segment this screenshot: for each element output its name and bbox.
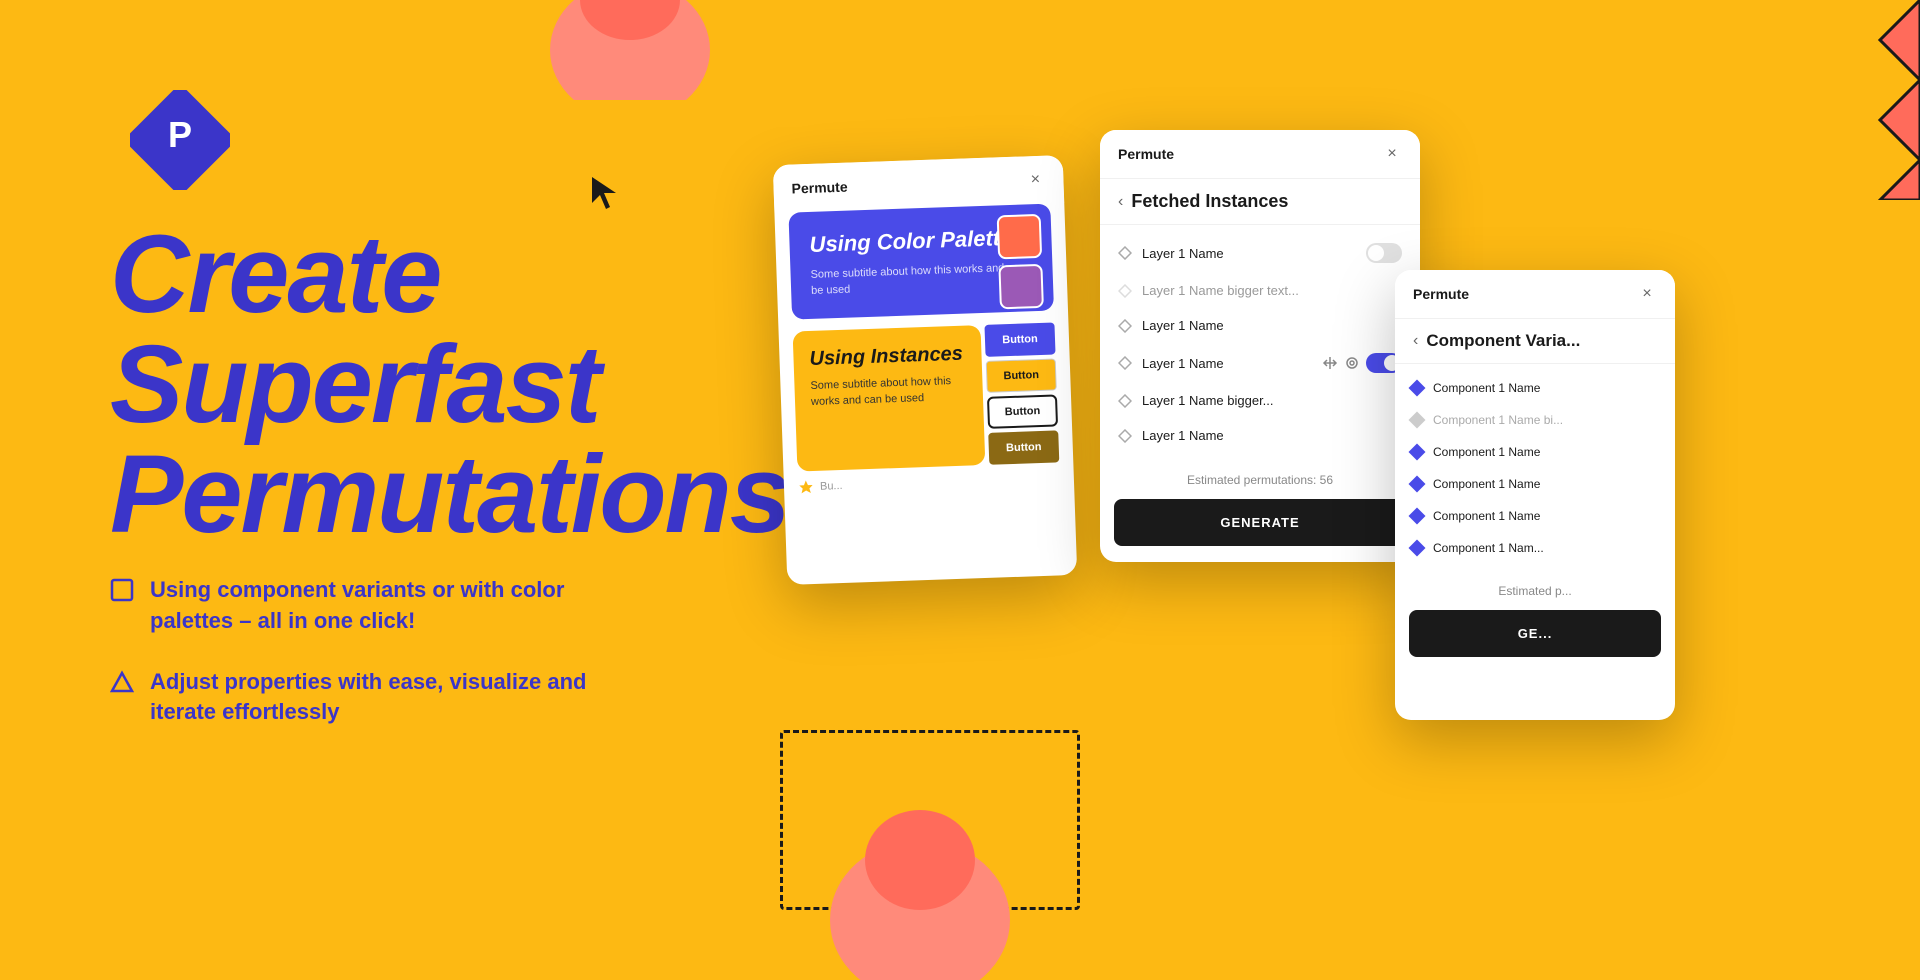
color-palette-card: Using Color Palettes Some subtitle about… [788, 204, 1054, 320]
windows-container: Permute × Using Color Palettes Some subt… [780, 130, 1420, 580]
instance-card: Using Instances Some subtitle about how … [793, 325, 986, 471]
window3-generate-btn[interactable]: GE... [1409, 610, 1661, 657]
window3-close-btn[interactable]: × [1637, 284, 1657, 304]
window2-header: Permute × [1100, 130, 1420, 179]
window-main: Permute × Using Color Palettes Some subt… [773, 155, 1077, 585]
comp-item-2: Component 1 Name bi... [1395, 404, 1675, 436]
feature-list: Using component variants or with color p… [110, 575, 610, 758]
svg-text:P: P [168, 114, 192, 155]
layer-item-1: Layer 1 Name [1100, 233, 1420, 273]
comp-diamond-icon-5 [1409, 508, 1426, 525]
button-sample-yellow: Button [986, 359, 1057, 393]
layer-toggle-1[interactable] [1366, 243, 1402, 263]
window2-close-btn[interactable]: × [1382, 144, 1402, 164]
layer-name-5: Layer 1 Name bigger... [1142, 393, 1402, 408]
comp-name-6: Component 1 Nam... [1433, 541, 1544, 555]
comp-item-4: Component 1 Name [1395, 468, 1675, 500]
cursor-deco [590, 175, 620, 211]
headline-line2: Superfast [110, 323, 599, 446]
headline-line1: Create [110, 213, 440, 336]
comp-diamond-icon-3 [1409, 444, 1426, 461]
move-icon[interactable] [1322, 355, 1338, 371]
instance-area: Using Instances Some subtitle about how … [793, 323, 1060, 472]
pink-blob-bottom-deco [820, 800, 1020, 980]
layer-name-3: Layer 1 Name [1142, 318, 1402, 333]
card-instance-title: Using Instances [809, 342, 966, 371]
layer-diamond-icon-5 [1118, 394, 1132, 408]
window1-title: Permute [791, 179, 848, 197]
estimated-perms: Estimated permutations: 56 [1100, 461, 1420, 499]
generate-button[interactable]: GENERATE [1114, 499, 1406, 546]
zigzag-top-right-deco [1700, 0, 1920, 200]
feature-item-2: Adjust properties with ease, visualize a… [110, 667, 610, 729]
window-variants: Permute × ‹ Component Varia... Component… [1395, 270, 1675, 720]
component-list: Component 1 Name Component 1 Name bi... … [1395, 364, 1675, 572]
window3-estimated: Estimated p... [1395, 572, 1675, 610]
layer-list: Layer 1 Name Layer 1 Name bigger text...… [1100, 225, 1420, 461]
comp-item-6: Component 1 Nam... [1395, 532, 1675, 564]
color-swatches [997, 214, 1046, 320]
square-icon [110, 578, 134, 602]
comp-diamond-icon-6 [1409, 540, 1426, 557]
feature-text-1: Using component variants or with color p… [150, 575, 610, 637]
window2-back-title: Fetched Instances [1131, 191, 1288, 212]
window1-close-btn[interactable]: × [1025, 170, 1046, 191]
swatch-yellow [1000, 314, 1046, 320]
comp-item-5: Component 1 Name [1395, 500, 1675, 532]
button-sample-brown: Button [988, 431, 1059, 465]
window3-header: Permute × [1395, 270, 1675, 319]
main-heading: Create Superfast Permutations [110, 220, 789, 550]
star-icon [798, 479, 815, 496]
window1-body: Using Color Palettes Some subtitle about… [774, 203, 1074, 510]
comp-name-5: Component 1 Name [1433, 509, 1540, 523]
buttons-stack: Button Button Button Button [984, 323, 1059, 465]
window2-title: Permute [1118, 146, 1174, 162]
comp-name-3: Component 1 Name [1433, 445, 1540, 459]
layer-controls-4 [1322, 353, 1402, 373]
comp-diamond-icon-4 [1409, 476, 1426, 493]
layer-item-3: Layer 1 Name [1100, 308, 1420, 343]
feature-text-2: Adjust properties with ease, visualize a… [150, 667, 610, 729]
back-arrow-icon: ‹ [1118, 193, 1123, 211]
button-sample-blue: Button [984, 323, 1055, 357]
swatch-orange [997, 214, 1043, 260]
layer-name-6: Layer 1 Name [1142, 428, 1402, 443]
target-icon[interactable] [1344, 355, 1360, 371]
layer-diamond-icon-4 [1118, 356, 1132, 370]
window3-back-title: Component Varia... [1426, 331, 1580, 351]
headline-line3: Permutations [110, 433, 789, 556]
layer-item-6: Layer 1 Name [1100, 418, 1420, 453]
window3-back-nav[interactable]: ‹ Component Varia... [1395, 319, 1675, 364]
feature-item-1: Using component variants or with color p… [110, 575, 610, 637]
card-instance-subtitle: Some subtitle about how this works and c… [810, 374, 967, 410]
comp-name-2: Component 1 Name bi... [1433, 413, 1563, 427]
layer-name-2: Layer 1 Name bigger text... [1142, 283, 1402, 298]
layer-diamond-icon-2 [1118, 284, 1132, 298]
swatch-purple [998, 264, 1044, 310]
layer-name-1: Layer 1 Name [1142, 246, 1356, 261]
window2-back-nav[interactable]: ‹ Fetched Instances [1100, 179, 1420, 225]
layer-name-4: Layer 1 Name [1142, 356, 1312, 371]
layer-diamond-icon-3 [1118, 319, 1132, 333]
layer-item-5: Layer 1 Name bigger... [1100, 383, 1420, 418]
logo: P [130, 90, 230, 190]
window-fetched: Permute × ‹ Fetched Instances Layer 1 Na… [1100, 130, 1420, 562]
layer-item-2: Layer 1 Name bigger text... [1100, 273, 1420, 308]
window3-title: Permute [1413, 286, 1469, 302]
comp-diamond-icon-1 [1409, 380, 1426, 397]
comp-name-4: Component 1 Name [1433, 477, 1540, 491]
comp-diamond-icon-2 [1409, 412, 1426, 429]
button-sample-white: Button [987, 395, 1058, 429]
headline: Create Superfast Permutations [110, 220, 789, 550]
layer-diamond-icon-1 [1118, 246, 1132, 260]
triangle-icon [110, 670, 134, 694]
pink-blob-top-deco [540, 0, 720, 100]
comp-name-1: Component 1 Name [1433, 381, 1540, 395]
comp-item-3: Component 1 Name [1395, 436, 1675, 468]
window3-back-arrow-icon: ‹ [1413, 332, 1418, 350]
layer-diamond-icon-6 [1118, 429, 1132, 443]
layer-item-4: Layer 1 Name [1100, 343, 1420, 383]
window1-hint: Bu... [820, 480, 843, 493]
comp-item-1: Component 1 Name [1395, 372, 1675, 404]
